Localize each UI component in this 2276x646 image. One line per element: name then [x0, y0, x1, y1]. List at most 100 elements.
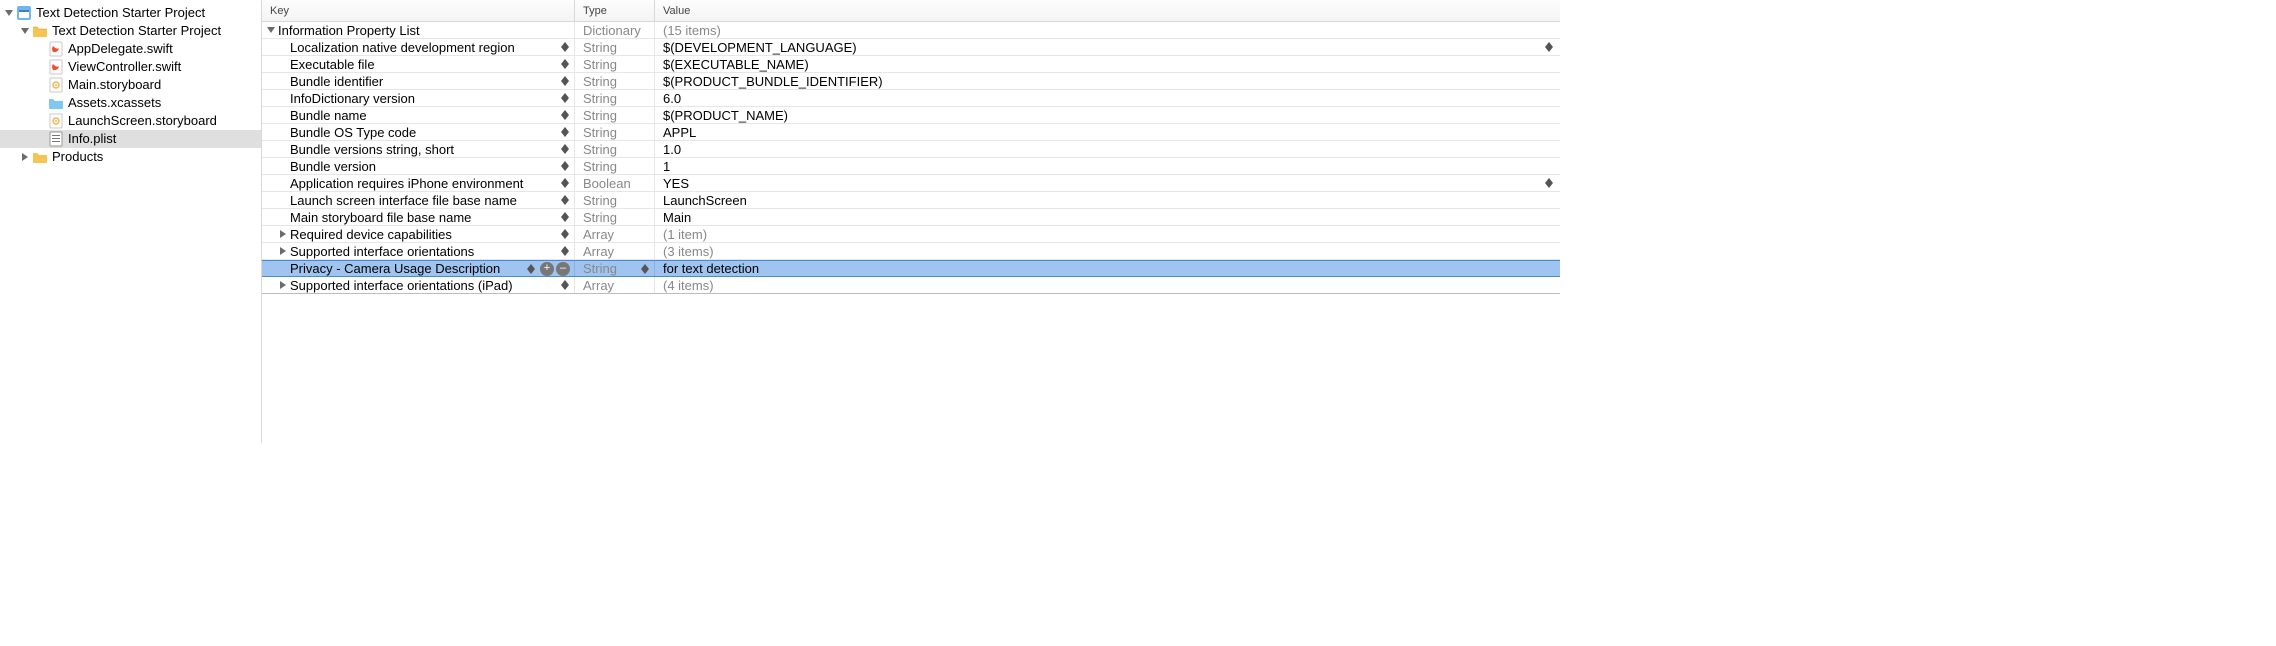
plist-row[interactable]: Bundle OS Type code String APPL [262, 124, 1560, 141]
plist-value[interactable]: 6.0 [663, 90, 681, 107]
plist-key: Main storyboard file base name [290, 209, 471, 226]
plist-row[interactable]: Bundle versionString1 [262, 158, 1560, 175]
plist-key: Executable file [290, 56, 375, 73]
disclosure-down-icon[interactable] [266, 25, 276, 35]
plist-row[interactable]: Executable file String $(EXECUTABLE_NAME) [262, 56, 1560, 73]
plist-value[interactable]: $(EXECUTABLE_NAME) [663, 56, 809, 73]
file-row[interactable]: Main.storyboard [0, 76, 261, 94]
plist-type: String [583, 260, 617, 277]
key-stepper-icon[interactable] [560, 244, 570, 258]
disclosure-right-icon[interactable] [20, 152, 30, 162]
key-stepper-icon[interactable] [560, 193, 570, 207]
plist-value[interactable]: YES [663, 175, 689, 192]
add-row-button[interactable] [540, 262, 554, 276]
disclosure-down-icon[interactable] [4, 8, 14, 18]
disclosure-right-icon[interactable] [278, 280, 288, 290]
plist-type: String [583, 107, 617, 124]
products-group-row[interactable]: Products [0, 148, 261, 166]
disclosure-right-icon[interactable] [278, 229, 288, 239]
key-stepper-icon[interactable] [560, 142, 570, 156]
plist-value[interactable]: LaunchScreen [663, 192, 747, 209]
plist-value[interactable]: (1 item) [663, 226, 707, 243]
plist-value[interactable]: 1 [663, 158, 670, 175]
value-stepper-icon[interactable] [1544, 176, 1554, 190]
plist-key: Bundle identifier [290, 73, 383, 90]
plist-value[interactable]: (4 items) [663, 277, 714, 294]
project-navigator: Text Detection Starter Project Text Dete… [0, 0, 262, 443]
key-stepper-icon[interactable] [560, 210, 570, 224]
plist-row[interactable]: Bundle identifier String $(PRODUCT_BUNDLE_… [262, 73, 1560, 90]
type-stepper-icon[interactable] [640, 262, 650, 276]
plist-type: Boolean [583, 175, 631, 192]
plist-key: Bundle version [290, 158, 376, 175]
plist-type: String [583, 56, 617, 73]
file-row[interactable]: LaunchScreen.storyboard [0, 112, 261, 130]
plist-key: Launch screen interface file base name [290, 192, 517, 209]
disclosure-down-icon[interactable] [20, 26, 30, 36]
plist-type: String [583, 90, 617, 107]
plist-root-row[interactable]: Information Property List Dictionary (15… [262, 22, 1560, 39]
column-header-key[interactable]: Key [262, 0, 575, 21]
file-label: Main.storyboard [68, 76, 161, 94]
plist-body: Information Property List Dictionary (15… [262, 22, 1560, 443]
plist-type: Array [583, 226, 614, 243]
plist-key: InfoDictionary version [290, 90, 415, 107]
plist-row[interactable]: Bundle versions string, shortString1.0 [262, 141, 1560, 158]
plist-value[interactable]: $(DEVELOPMENT_LANGUAGE) [663, 39, 857, 56]
value-stepper-icon[interactable] [1544, 40, 1554, 54]
plist-key: Application requires iPhone environment [290, 175, 523, 192]
key-stepper-icon[interactable] [560, 125, 570, 139]
group-row[interactable]: Text Detection Starter Project [0, 22, 261, 40]
key-stepper-icon[interactable] [526, 262, 536, 276]
plist-type: Dictionary [583, 22, 641, 39]
file-label: AppDelegate.swift [68, 40, 173, 58]
plist-type: String [583, 124, 617, 141]
column-header-value[interactable]: Value [655, 0, 1560, 21]
plist-value[interactable]: APPL [663, 124, 696, 141]
file-row-selected[interactable]: Info.plist [0, 130, 261, 148]
key-stepper-icon[interactable] [560, 159, 570, 173]
project-root-row[interactable]: Text Detection Starter Project [0, 4, 261, 22]
plist-type: Array [583, 243, 614, 260]
file-row[interactable]: ViewController.swift [0, 58, 261, 76]
plist-row[interactable]: Privacy - Camera Usage Description String… [262, 260, 1560, 277]
file-row[interactable]: AppDelegate.swift [0, 40, 261, 58]
assets-folder-icon [48, 95, 64, 111]
key-stepper-icon[interactable] [560, 40, 570, 54]
plist-key: Localization native development region [290, 39, 515, 56]
column-header-type[interactable]: Type [575, 0, 655, 21]
key-stepper-icon[interactable] [560, 227, 570, 241]
plist-value[interactable]: Main [663, 209, 691, 226]
plist-row[interactable]: Bundle nameString$(PRODUCT_NAME) [262, 107, 1560, 124]
project-root-label: Text Detection Starter Project [36, 4, 205, 22]
disclosure-right-icon[interactable] [278, 246, 288, 256]
key-stepper-icon[interactable] [560, 91, 570, 105]
group-label: Text Detection Starter Project [52, 22, 221, 40]
key-stepper-icon[interactable] [560, 108, 570, 122]
key-stepper-icon[interactable] [560, 278, 570, 292]
plist-key: Supported interface orientations [290, 243, 474, 260]
plist-type: String [583, 73, 617, 90]
plist-row[interactable]: Required device capabilities Array (1 item… [262, 226, 1560, 243]
plist-key: Required device capabilities [290, 226, 452, 243]
plist-value[interactable]: $(PRODUCT_BUNDLE_IDENTIFIER) [663, 73, 883, 90]
plist-value[interactable]: 1.0 [663, 141, 681, 158]
key-stepper-icon[interactable] [560, 57, 570, 71]
remove-row-button[interactable] [556, 262, 570, 276]
plist-row[interactable]: Application requires iPhone environment B… [262, 175, 1560, 192]
plist-row[interactable]: Main storyboard file base nameStringMain [262, 209, 1560, 226]
plist-row[interactable]: Supported interface orientations (iPad)A… [262, 277, 1560, 294]
plist-value[interactable]: (3 items) [663, 243, 714, 260]
plist-key: Bundle OS Type code [290, 124, 416, 141]
key-stepper-icon[interactable] [560, 74, 570, 88]
plist-row[interactable]: Supported interface orientations Array (3 … [262, 243, 1560, 260]
plist-row[interactable]: Launch screen interface file base nameSt… [262, 192, 1560, 209]
plist-row[interactable]: Localization native development regionSt… [262, 39, 1560, 56]
key-stepper-icon[interactable] [560, 176, 570, 190]
plist-value[interactable]: $(PRODUCT_NAME) [663, 107, 788, 124]
plist-value[interactable]: for text detection [663, 260, 759, 277]
file-row[interactable]: Assets.xcassets [0, 94, 261, 112]
plist-row[interactable]: InfoDictionary version String 6.0 [262, 90, 1560, 107]
plist-key: Privacy - Camera Usage Description [290, 260, 500, 277]
storyboard-file-icon [48, 113, 64, 129]
